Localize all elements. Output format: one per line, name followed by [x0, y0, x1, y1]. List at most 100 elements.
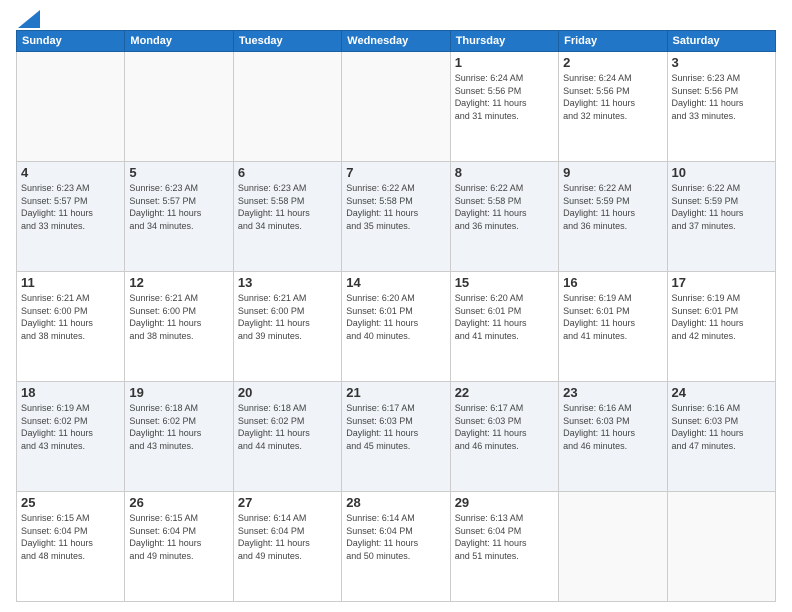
- calendar-cell: 21 Sunrise: 6:17 AM Sunset: 6:03 PM Dayli…: [342, 382, 450, 492]
- day-info: Sunrise: 6:18 AM Sunset: 6:02 PM Dayligh…: [238, 402, 337, 452]
- calendar-cell: 10Sunrise: 6:22 AM Sunset: 5:59 PM Dayli…: [667, 162, 775, 272]
- header: [16, 12, 776, 24]
- day-number: 10: [672, 165, 771, 180]
- day-info: Sunrise: 6:17 AM Sunset: 6:03 PM Dayligh…: [455, 402, 554, 452]
- day-info: Sunrise: 6:17 AM Sunset: 6:03 PM Dayligh…: [346, 402, 445, 452]
- day-number: 16: [563, 275, 662, 290]
- day-info: Sunrise: 6:21 AM Sunset: 6:00 PM Dayligh…: [129, 292, 228, 342]
- day-number: 1: [455, 55, 554, 70]
- page: SundayMondayTuesdayWednesdayThursdayFrid…: [0, 0, 792, 612]
- calendar-cell: 5 Sunrise: 6:23 AM Sunset: 5:57 PM Daylig…: [125, 162, 233, 272]
- calendar-cell: 11 Sunrise: 6:21 AM Sunset: 6:00 PM Dayli…: [17, 272, 125, 382]
- day-number: 14: [346, 275, 445, 290]
- day-number: 19: [129, 385, 228, 400]
- logo-triangle-icon: [18, 10, 40, 28]
- day-number: 12: [129, 275, 228, 290]
- calendar-cell: 15 Sunrise: 6:20 AM Sunset: 6:01 PM Dayli…: [450, 272, 558, 382]
- weekday-header-saturday: Saturday: [667, 31, 775, 52]
- weekday-header-sunday: Sunday: [17, 31, 125, 52]
- day-info: Sunrise: 6:23 AM Sunset: 5:58 PM Dayligh…: [238, 182, 337, 232]
- calendar-cell: 25 Sunrise: 6:15 AM Sunset: 6:04 PM Dayli…: [17, 492, 125, 602]
- day-number: 29: [455, 495, 554, 510]
- calendar-week-row: 25 Sunrise: 6:15 AM Sunset: 6:04 PM Dayli…: [17, 492, 776, 602]
- calendar-week-row: 1 Sunrise: 6:24 AM Sunset: 5:56 PM Daylig…: [17, 52, 776, 162]
- day-number: 8: [455, 165, 554, 180]
- day-number: 23: [563, 385, 662, 400]
- calendar-cell: 8 Sunrise: 6:22 AM Sunset: 5:58 PM Daylig…: [450, 162, 558, 272]
- calendar-cell: 12 Sunrise: 6:21 AM Sunset: 6:00 PM Dayli…: [125, 272, 233, 382]
- logo: [16, 12, 40, 24]
- weekday-header-friday: Friday: [559, 31, 667, 52]
- day-info: Sunrise: 6:19 AM Sunset: 6:02 PM Dayligh…: [21, 402, 120, 452]
- calendar-week-row: 18 Sunrise: 6:19 AM Sunset: 6:02 PM Dayli…: [17, 382, 776, 492]
- day-number: 18: [21, 385, 120, 400]
- calendar-cell: 24 Sunrise: 6:16 AM Sunset: 6:03 PM Dayli…: [667, 382, 775, 492]
- day-number: 2: [563, 55, 662, 70]
- day-info: Sunrise: 6:14 AM Sunset: 6:04 PM Dayligh…: [346, 512, 445, 562]
- calendar-cell: 3Sunrise: 6:23 AM Sunset: 5:56 PM Daylig…: [667, 52, 775, 162]
- logo-brand: [16, 12, 40, 24]
- day-number: 17: [672, 275, 771, 290]
- day-number: 15: [455, 275, 554, 290]
- day-info: Sunrise: 6:14 AM Sunset: 6:04 PM Dayligh…: [238, 512, 337, 562]
- calendar-cell: [17, 52, 125, 162]
- day-number: 9: [563, 165, 662, 180]
- logo-top-row: [16, 12, 40, 28]
- calendar-cell: 17 Sunrise: 6:19 AM Sunset: 6:01 PM Dayli…: [667, 272, 775, 382]
- day-info: Sunrise: 6:19 AM Sunset: 6:01 PM Dayligh…: [672, 292, 771, 342]
- day-number: 21: [346, 385, 445, 400]
- calendar-cell: [125, 52, 233, 162]
- calendar-table: SundayMondayTuesdayWednesdayThursdayFrid…: [16, 30, 776, 602]
- calendar-cell: [667, 492, 775, 602]
- day-number: 20: [238, 385, 337, 400]
- calendar-week-row: 4Sunrise: 6:23 AM Sunset: 5:57 PM Daylig…: [17, 162, 776, 272]
- calendar-cell: 6Sunrise: 6:23 AM Sunset: 5:58 PM Daylig…: [233, 162, 341, 272]
- day-info: Sunrise: 6:19 AM Sunset: 6:01 PM Dayligh…: [563, 292, 662, 342]
- calendar-cell: 18 Sunrise: 6:19 AM Sunset: 6:02 PM Dayli…: [17, 382, 125, 492]
- calendar-cell: 4Sunrise: 6:23 AM Sunset: 5:57 PM Daylig…: [17, 162, 125, 272]
- calendar-cell: 22Sunrise: 6:17 AM Sunset: 6:03 PM Dayli…: [450, 382, 558, 492]
- calendar-cell: 23Sunrise: 6:16 AM Sunset: 6:03 PM Dayli…: [559, 382, 667, 492]
- calendar-cell: 1Sunrise: 6:24 AM Sunset: 5:56 PM Daylig…: [450, 52, 558, 162]
- day-info: Sunrise: 6:20 AM Sunset: 6:01 PM Dayligh…: [346, 292, 445, 342]
- day-number: 11: [21, 275, 120, 290]
- day-info: Sunrise: 6:22 AM Sunset: 5:58 PM Dayligh…: [455, 182, 554, 232]
- day-info: Sunrise: 6:20 AM Sunset: 6:01 PM Dayligh…: [455, 292, 554, 342]
- calendar-cell: 16 Sunrise: 6:19 AM Sunset: 6:01 PM Dayli…: [559, 272, 667, 382]
- day-info: Sunrise: 6:24 AM Sunset: 5:56 PM Dayligh…: [563, 72, 662, 122]
- day-info: Sunrise: 6:18 AM Sunset: 6:02 PM Dayligh…: [129, 402, 228, 452]
- day-info: Sunrise: 6:15 AM Sunset: 6:04 PM Dayligh…: [21, 512, 120, 562]
- calendar-header-row: SundayMondayTuesdayWednesdayThursdayFrid…: [17, 31, 776, 52]
- day-info: Sunrise: 6:13 AM Sunset: 6:04 PM Dayligh…: [455, 512, 554, 562]
- calendar-cell: 14 Sunrise: 6:20 AM Sunset: 6:01 PM Dayli…: [342, 272, 450, 382]
- day-info: Sunrise: 6:21 AM Sunset: 6:00 PM Dayligh…: [238, 292, 337, 342]
- calendar-cell: 27Sunrise: 6:14 AM Sunset: 6:04 PM Dayli…: [233, 492, 341, 602]
- day-info: Sunrise: 6:22 AM Sunset: 5:59 PM Dayligh…: [563, 182, 662, 232]
- calendar-cell: [233, 52, 341, 162]
- calendar-week-row: 11 Sunrise: 6:21 AM Sunset: 6:00 PM Dayli…: [17, 272, 776, 382]
- calendar-cell: [342, 52, 450, 162]
- day-number: 24: [672, 385, 771, 400]
- calendar-cell: 7Sunrise: 6:22 AM Sunset: 5:58 PM Daylig…: [342, 162, 450, 272]
- day-number: 13: [238, 275, 337, 290]
- day-info: Sunrise: 6:23 AM Sunset: 5:57 PM Dayligh…: [21, 182, 120, 232]
- calendar-cell: 13 Sunrise: 6:21 AM Sunset: 6:00 PM Dayli…: [233, 272, 341, 382]
- day-info: Sunrise: 6:21 AM Sunset: 6:00 PM Dayligh…: [21, 292, 120, 342]
- day-info: Sunrise: 6:23 AM Sunset: 5:57 PM Dayligh…: [129, 182, 228, 232]
- day-info: Sunrise: 6:16 AM Sunset: 6:03 PM Dayligh…: [672, 402, 771, 452]
- weekday-header-thursday: Thursday: [450, 31, 558, 52]
- calendar-cell: [559, 492, 667, 602]
- day-info: Sunrise: 6:22 AM Sunset: 5:58 PM Dayligh…: [346, 182, 445, 232]
- calendar-cell: 26Sunrise: 6:15 AM Sunset: 6:04 PM Dayli…: [125, 492, 233, 602]
- weekday-header-wednesday: Wednesday: [342, 31, 450, 52]
- day-number: 28: [346, 495, 445, 510]
- calendar-cell: 20 Sunrise: 6:18 AM Sunset: 6:02 PM Dayli…: [233, 382, 341, 492]
- calendar-cell: 9 Sunrise: 6:22 AM Sunset: 5:59 PM Daylig…: [559, 162, 667, 272]
- calendar-cell: 28 Sunrise: 6:14 AM Sunset: 6:04 PM Dayli…: [342, 492, 450, 602]
- day-info: Sunrise: 6:15 AM Sunset: 6:04 PM Dayligh…: [129, 512, 228, 562]
- weekday-header-monday: Monday: [125, 31, 233, 52]
- calendar-cell: 2 Sunrise: 6:24 AM Sunset: 5:56 PM Daylig…: [559, 52, 667, 162]
- day-number: 25: [21, 495, 120, 510]
- day-number: 3: [672, 55, 771, 70]
- day-number: 5: [129, 165, 228, 180]
